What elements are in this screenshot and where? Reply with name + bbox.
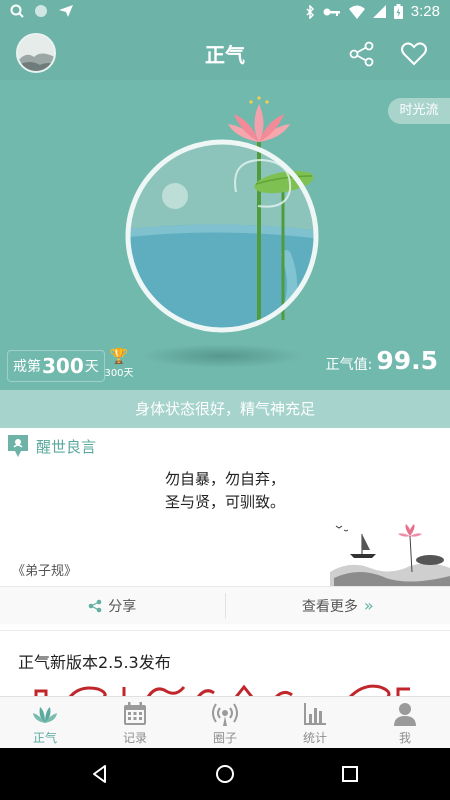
quote-line-2: 圣与贤，可驯致。 bbox=[164, 493, 285, 511]
share-label: 分享 bbox=[108, 598, 137, 615]
broadcast-icon bbox=[212, 703, 238, 726]
quote-header: 醒世良言 bbox=[8, 435, 96, 457]
lotus-icon bbox=[33, 707, 57, 723]
hero-panel: 时光流 戒第 300 天 🏆 300天 正气值: 99.5 bbox=[0, 80, 450, 390]
timeflow-button[interactable]: 时光流 bbox=[388, 98, 450, 124]
double-chevron-right-icon: » bbox=[363, 596, 374, 615]
tab-records[interactable]: 记录 bbox=[90, 697, 180, 748]
status-bar: 3:28 bbox=[0, 0, 450, 26]
streak-prefix: 戒第 bbox=[13, 359, 41, 375]
page-title: 正气 bbox=[205, 43, 245, 67]
tab-stats[interactable]: 统计 bbox=[270, 697, 360, 748]
streak-suffix: 天 bbox=[84, 359, 99, 375]
streak-counter: 戒第 300 天 bbox=[7, 350, 105, 382]
share-icon[interactable] bbox=[348, 40, 376, 68]
score-label: 正气值: bbox=[325, 357, 373, 373]
tab-me[interactable]: 我 bbox=[360, 697, 450, 748]
trophy-icon: 🏆 bbox=[109, 347, 129, 365]
bottom-tab-bar: 正气 记录 圈子 统计 我 bbox=[0, 696, 450, 748]
tab-label: 统计 bbox=[302, 731, 327, 745]
heart-icon[interactable] bbox=[400, 40, 428, 68]
bluetooth-icon bbox=[306, 4, 314, 19]
ink-painting-illustration bbox=[330, 524, 450, 586]
system-nav-bar bbox=[0, 748, 450, 800]
quote-actions: 分享 查看更多 » bbox=[0, 586, 450, 624]
clock: 3:28 bbox=[410, 3, 440, 20]
trophy-badge[interactable]: 🏆 300天 bbox=[104, 348, 134, 379]
send-icon bbox=[59, 5, 73, 17]
score-display: 正气值: 99.5 bbox=[326, 346, 438, 375]
news-banner-image bbox=[34, 684, 410, 697]
news-item[interactable]: 正气新版本2.5.3发布 bbox=[0, 630, 450, 697]
bar-chart-icon bbox=[304, 703, 326, 725]
tab-label: 正气 bbox=[32, 731, 57, 745]
person-icon bbox=[394, 703, 416, 726]
news-title: 正气新版本2.5.3发布 bbox=[18, 653, 171, 672]
quote-source: 《弟子规》 bbox=[12, 564, 78, 579]
notification-dot-icon bbox=[35, 5, 47, 17]
tab-label: 记录 bbox=[122, 731, 147, 745]
tab-label: 我 bbox=[398, 731, 411, 745]
tab-label: 圈子 bbox=[212, 731, 237, 745]
wifi-icon bbox=[348, 5, 365, 19]
quote-card: 醒世良言 勿自暴，勿自弃， 圣与贤，可驯致。 《弟子规》 分享 查看更多 » bbox=[0, 428, 450, 626]
view-more-button[interactable]: 查看更多 » bbox=[226, 587, 450, 624]
tab-circle[interactable]: 圈子 bbox=[180, 697, 270, 748]
lotus-bowl-illustration bbox=[125, 96, 319, 368]
back-icon[interactable] bbox=[88, 762, 112, 786]
search-icon bbox=[10, 4, 24, 18]
app-header: 正气 bbox=[0, 26, 450, 80]
location-pin-icon bbox=[8, 435, 28, 457]
score-value: 99.5 bbox=[376, 346, 438, 375]
signal-icon bbox=[372, 5, 386, 18]
quote-line-1: 勿自暴，勿自弃， bbox=[164, 470, 285, 488]
calendar-icon bbox=[124, 702, 146, 725]
trophy-label: 300天 bbox=[104, 368, 134, 379]
status-banner: 身体状态很好，精气神充足 bbox=[0, 390, 450, 428]
battery-icon bbox=[393, 4, 403, 19]
home-icon[interactable] bbox=[213, 762, 237, 786]
streak-days: 300 bbox=[42, 354, 84, 378]
share-quote-button[interactable]: 分享 bbox=[0, 587, 225, 624]
tab-zhengqi[interactable]: 正气 bbox=[0, 697, 90, 748]
quote-text: 勿自暴，勿自弃， 圣与贤，可驯致。 bbox=[0, 468, 450, 514]
key-icon bbox=[323, 8, 340, 16]
recents-icon[interactable] bbox=[338, 762, 362, 786]
view-more-label: 查看更多 bbox=[301, 598, 358, 615]
share-icon bbox=[88, 599, 102, 612]
quote-section-title: 醒世良言 bbox=[36, 437, 97, 456]
